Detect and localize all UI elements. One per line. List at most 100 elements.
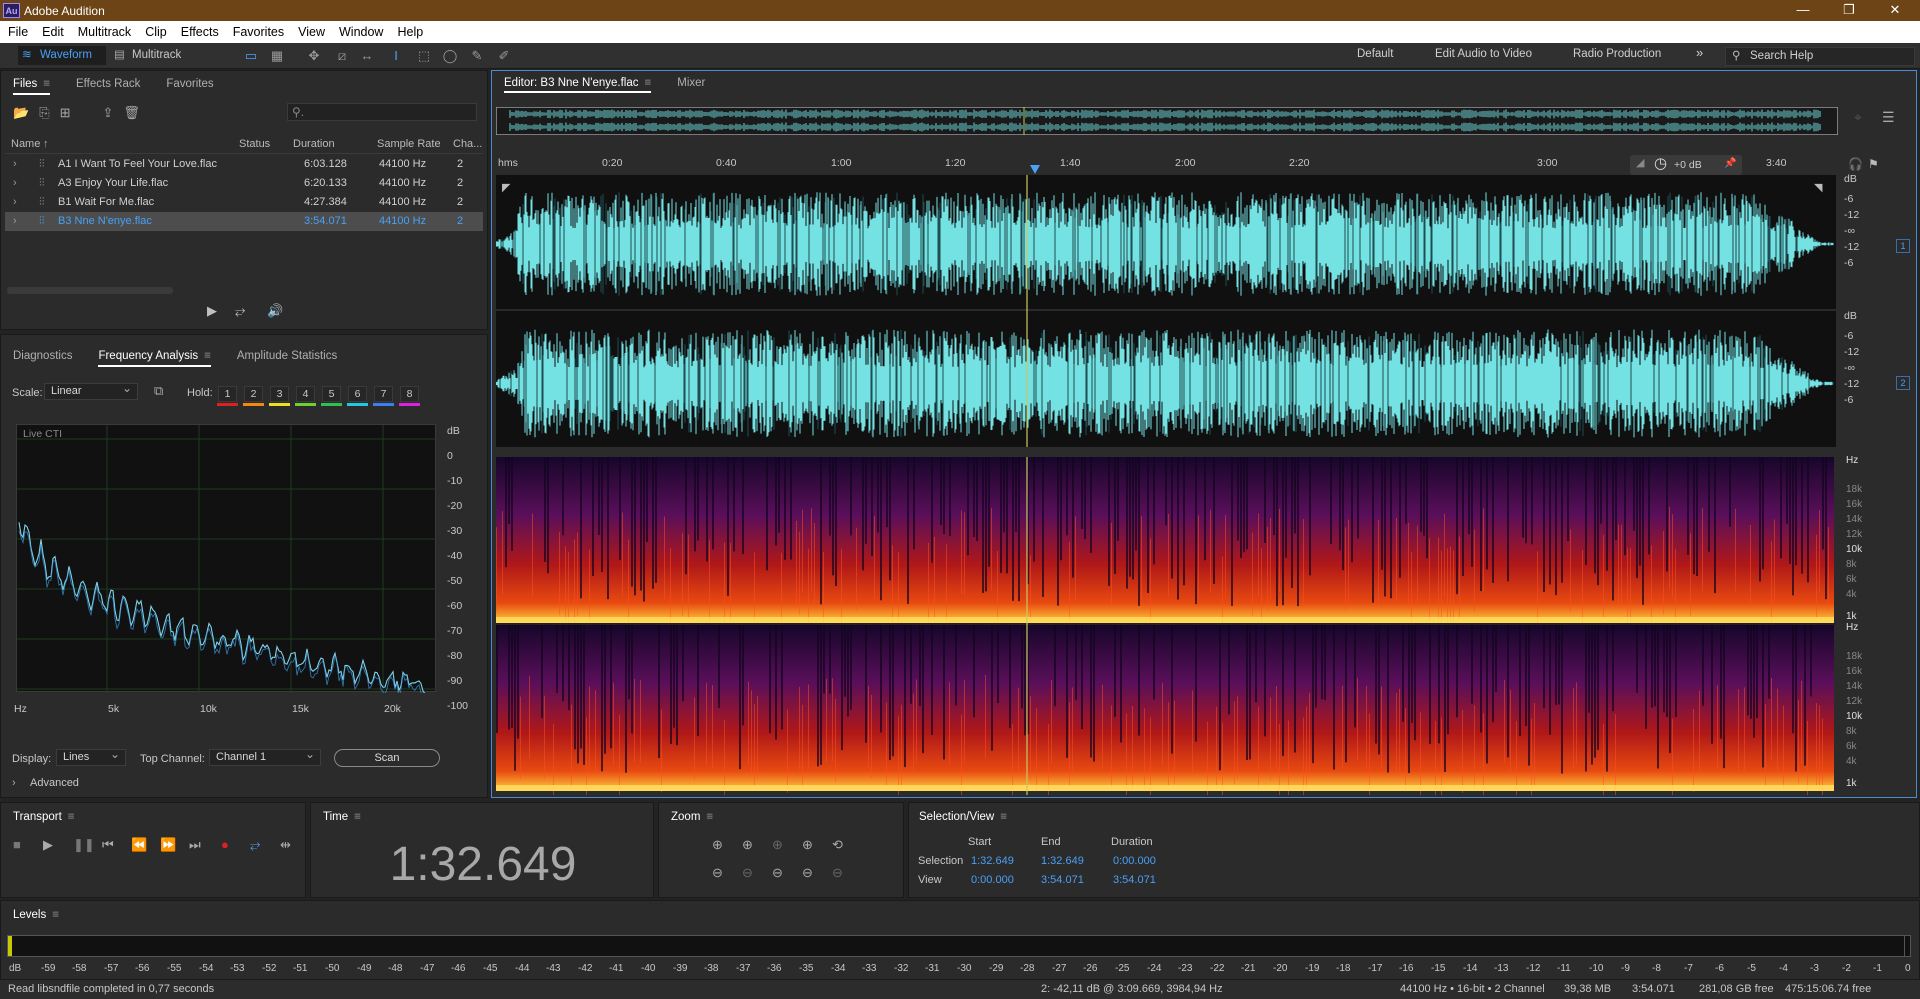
waveform-display-icon[interactable]: ▭ [242,47,260,64]
table-row[interactable]: › ⫶⫶ B1 Wait For Me.flac 4:27.384 44100 … [5,193,483,212]
overview-waveform[interactable] [496,107,1838,135]
selection-end[interactable]: 1:32.649 [1041,855,1084,867]
zoom-out-amplitude-icon[interactable]: ⊖ [712,865,723,881]
hold-button-6[interactable]: 6 [348,386,367,402]
menu-clip[interactable]: Clip [137,25,173,39]
panel-menu-icon[interactable]: ≡ [52,909,59,921]
menu-window[interactable]: Window [331,25,389,39]
panel-options-icon[interactable]: ☰ [1882,109,1895,126]
workspace-radio-production[interactable]: Radio Production [1573,48,1661,60]
panel-menu-icon[interactable]: ≡ [43,78,50,90]
loop-preview-icon[interactable]: ⥂ [235,303,245,319]
skip-selection-icon[interactable]: ⇹ [280,837,291,853]
marker-icon[interactable]: ⚑ [1868,157,1879,171]
view-duration[interactable]: 3:54.071 [1113,874,1156,886]
hold-button-5[interactable]: 5 [322,386,341,402]
record-icon[interactable]: ● [221,837,229,852]
tab-frequency-analysis[interactable]: Frequency Analysis ≡ [86,350,224,367]
spectral-display[interactable] [496,457,1836,795]
scan-button[interactable]: Scan [334,749,440,767]
razor-tool-icon[interactable]: ⧄ [333,47,351,64]
zoom-in-time-icon[interactable]: ⊕ [742,837,753,853]
zoom-navigator-icon[interactable]: ⌖ [1854,109,1862,126]
corner-zoom-icon[interactable]: ◥ [1814,181,1822,194]
channel-2-toggle[interactable]: 2 [1896,376,1910,390]
menu-help[interactable]: Help [389,25,429,39]
pin-icon[interactable]: 📌 [1724,158,1736,169]
lasso-tool-icon[interactable]: ◯ [441,47,459,64]
tab-favorites[interactable]: Favorites [154,78,227,95]
zoom-out-time-icon[interactable]: ⊖ [742,865,753,881]
channel-1-toggle[interactable]: 1 [1896,239,1910,253]
menu-effects[interactable]: Effects [173,25,225,39]
zoom-to-selection-icon[interactable]: ⊖ [802,865,813,881]
play-preview-icon[interactable]: ▶ [207,303,217,319]
menu-favorites[interactable]: Favorites [225,25,290,39]
panel-menu-icon[interactable]: ≡ [1000,811,1007,823]
close-icon[interactable]: ✕ [1872,0,1918,21]
display-dropdown[interactable]: Lines [56,747,126,766]
waveform-view-button[interactable]: ≋ Waveform [18,46,106,65]
table-row-selected[interactable]: › ⫶⫶ B3 Nne N'enye.flac 3:54.071 44100 H… [5,212,483,231]
time-ruler[interactable]: hms0:200:401:001:201:402:002:203:003:203… [498,155,1828,174]
panel-menu-icon[interactable]: ≡ [68,811,75,823]
tab-editor[interactable]: Editor: B3 Nne N'enye.flac ≡ [492,77,665,93]
more-workspaces-icon[interactable]: » [1696,45,1703,60]
view-start[interactable]: 0:00.000 [971,874,1014,886]
column-sample-rate[interactable]: Sample Rate [377,135,441,154]
tab-mixer[interactable]: Mixer [665,77,719,93]
tab-diagnostics[interactable]: Diagnostics [1,350,86,367]
menu-edit[interactable]: Edit [34,25,70,39]
time-display[interactable]: 1:32.649 [311,837,655,892]
slip-tool-icon[interactable]: ↔ [358,47,376,64]
column-duration[interactable]: Duration [293,135,335,154]
tab-amplitude-statistics[interactable]: Amplitude Statistics [225,350,351,367]
rewind-icon[interactable]: ⏪ [131,837,147,853]
minimize-icon[interactable]: — [1780,0,1826,21]
panel-menu-icon[interactable]: ≡ [204,350,211,362]
stop-icon[interactable]: ■ [13,837,21,852]
table-row[interactable]: › ⫶⫶ A3 Enjoy Your Life.flac 6:20.133 44… [5,174,483,193]
time-selection-tool-icon[interactable]: I [387,47,405,64]
selection-duration[interactable]: 0:00.000 [1113,855,1156,867]
waveform-display[interactable] [496,175,1836,447]
hold-button-4[interactable]: 4 [296,386,315,402]
pause-icon[interactable]: ❚❚ [73,837,95,853]
panel-menu-icon[interactable]: ≡ [645,77,652,89]
spectral-display-icon[interactable]: ▦ [268,47,286,64]
expand-icon[interactable]: › [13,212,17,231]
gain-knob-icon[interactable]: ◷ [1654,154,1667,172]
skip-to-start-icon[interactable]: ⏮ [102,837,114,853]
column-name[interactable]: Name [11,135,40,154]
scale-dropdown[interactable]: Linear [44,381,138,400]
play-icon[interactable]: ▶ [43,837,53,853]
reset-icon[interactable]: ⧉ [154,383,163,399]
volume-icon[interactable]: 🔊 [267,303,283,319]
spot-healing-icon[interactable]: ✐ [495,47,513,64]
selection-start[interactable]: 1:32.649 [971,855,1014,867]
panel-menu-icon[interactable]: ≡ [354,811,361,823]
hold-button-8[interactable]: 8 [400,386,419,402]
open-file-icon[interactable]: 📂 [13,105,29,121]
zoom-out-full-icon[interactable]: ⊖ [772,865,783,881]
fast-forward-icon[interactable]: ⏩ [160,837,176,853]
tab-files[interactable]: Files ≡ [1,78,64,95]
menu-multitrack[interactable]: Multitrack [70,25,137,39]
import-file-icon[interactable]: ⎘ [39,105,49,121]
horizontal-scrollbar[interactable] [7,287,173,294]
chevron-right-icon[interactable]: › [12,777,16,789]
tab-effects-rack[interactable]: Effects Rack [64,78,154,95]
delete-file-icon[interactable]: 🗑 [123,105,140,121]
menu-view[interactable]: View [290,25,331,39]
multitrack-view-button[interactable]: ▤ Multitrack [110,46,198,65]
view-end[interactable]: 3:54.071 [1041,874,1084,886]
expand-icon[interactable]: › [13,174,17,193]
zoom-in-left-icon[interactable]: ⊕ [772,837,783,853]
new-file-icon[interactable]: ⊞ [60,105,71,121]
brush-tool-icon[interactable]: ✎ [468,47,486,64]
zoom-in-amplitude-icon[interactable]: ⊕ [712,837,723,853]
expand-icon[interactable]: › [13,155,17,174]
insert-into-multitrack-icon[interactable]: ⇪ [103,105,114,121]
skip-to-end-icon[interactable]: ⏭ [189,837,201,853]
table-row[interactable]: › ⫶⫶ A1 I Want To Feel Your Love.flac 6:… [5,155,483,174]
